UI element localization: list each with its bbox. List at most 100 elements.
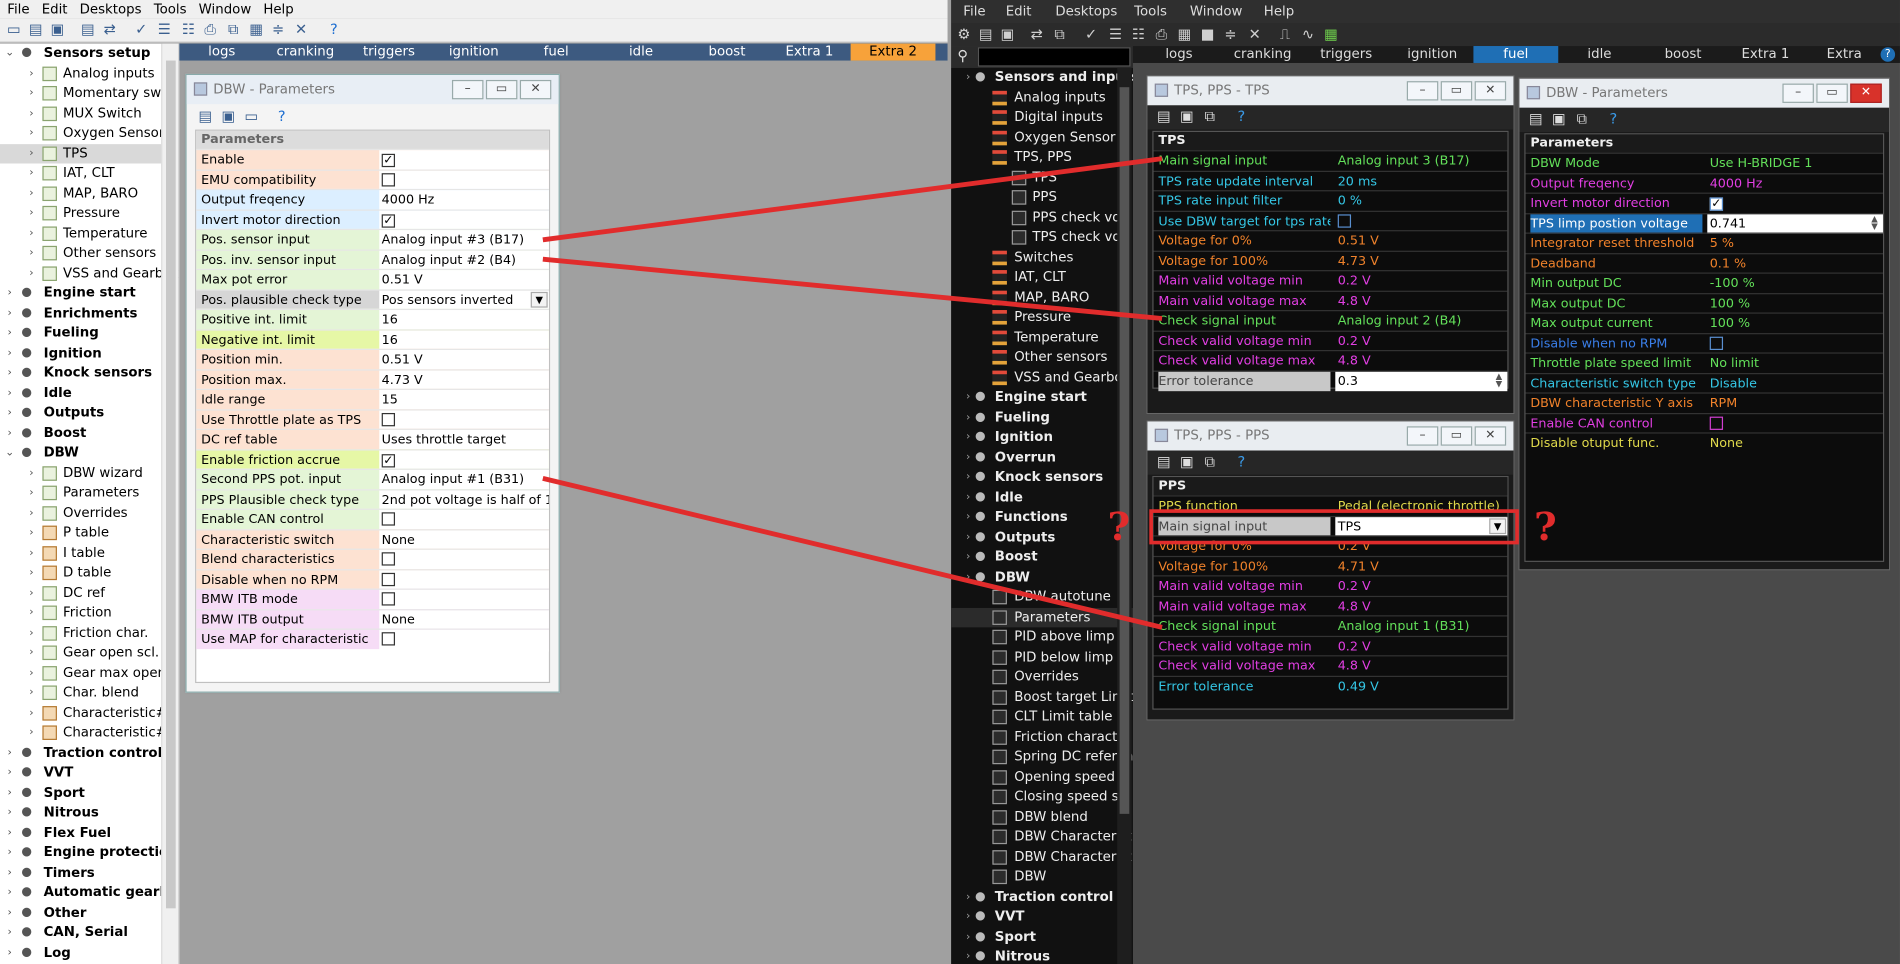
tree-item-knock-sensors[interactable]: › ● Knock sensors [0, 363, 178, 383]
param-value[interactable]: Analog input #2 (B4) [379, 250, 549, 270]
chevron-right-icon[interactable]: › [5, 283, 15, 302]
chevron-right-icon[interactable]: › [5, 843, 15, 862]
help-icon[interactable]: ? [1232, 108, 1250, 126]
chevron-down-icon[interactable]: ▼ [530, 291, 548, 308]
tree-item-closing-speed-sc[interactable]: Closing speed sc [951, 787, 1133, 807]
tab-boost[interactable]: boost [1648, 46, 1718, 63]
menu-edit[interactable]: Edit [1006, 4, 1032, 20]
close-button[interactable]: ✕ [1474, 426, 1507, 446]
param-value[interactable]: ✓ [379, 150, 549, 170]
check-icon[interactable]: ✓ [132, 21, 150, 39]
tune-icon[interactable]: ≑ [269, 21, 287, 39]
help-icon[interactable]: ? [1880, 47, 1896, 62]
tree-item-spring-dc-referen[interactable]: Spring DC referen [951, 747, 1133, 767]
param-value[interactable]: None [379, 529, 549, 550]
chevron-down-icon[interactable]: ⌄ [5, 44, 15, 63]
chevron-right-icon[interactable]: › [963, 507, 973, 526]
tab-triggers[interactable]: triggers [347, 44, 432, 61]
tree-item-oxygen-sensor[interactable]: › Oxygen Sensor [0, 124, 178, 144]
tree-item-characteristic-1[interactable]: › Characteristic#1 [0, 703, 178, 723]
tree-item-pressure[interactable]: › Pressure [0, 203, 178, 223]
checkbox[interactable]: ✓ [1709, 197, 1724, 211]
chevron-right-icon[interactable]: › [5, 343, 15, 362]
tune-icon[interactable]: ≑ [1221, 25, 1239, 43]
tools-icon[interactable]: ✕ [1246, 25, 1264, 43]
chevron-right-icon[interactable]: › [5, 803, 15, 822]
tree-item-flex-fuel[interactable]: › ● Flex Fuel [0, 823, 178, 843]
chevron-right-icon[interactable]: › [27, 503, 37, 522]
tree-item-dbw[interactable]: › ● DBW [951, 567, 1133, 587]
tree-item-overrides[interactable]: › Overrides [0, 503, 178, 523]
chevron-right-icon[interactable]: › [963, 567, 973, 586]
tab-logs[interactable]: logs [1156, 46, 1202, 63]
tab-extra-2[interactable]: Extra 2 [850, 43, 936, 61]
export-icon[interactable]: ⇄ [1028, 25, 1046, 43]
spinner-arrows-icon[interactable]: ▲ ▼ [1868, 214, 1880, 231]
save-icon[interactable]: ▣ [48, 21, 66, 39]
tree-item-parameters[interactable]: › Parameters [0, 483, 178, 503]
checkbox[interactable] [381, 592, 396, 606]
param-value[interactable]: Pedal (electronic throttle) [1335, 497, 1507, 516]
param-value[interactable]: Analog input #3 (B17) [379, 230, 549, 250]
tree-item-map-baro[interactable]: MAP, BARO [951, 288, 1133, 308]
minimize-button[interactable]: – [1406, 81, 1439, 101]
tree-item-overrun[interactable]: › ● Overrun [951, 448, 1133, 468]
tree-item-automatic-gearbox[interactable]: › ● Automatic gearbox [0, 883, 178, 903]
tree-item-outputs[interactable]: › ● Outputs [0, 403, 178, 423]
chevron-right-icon[interactable]: › [5, 303, 15, 322]
chevron-right-icon[interactable]: › [5, 323, 15, 342]
tree-item-tps-check-volt[interactable]: TPS check volt [951, 228, 1133, 248]
new-icon[interactable]: ▭ [5, 21, 23, 39]
right-scroll-thumb[interactable] [1119, 87, 1130, 814]
chevron-right-icon[interactable]: › [5, 383, 15, 402]
tree-item-iat-clt[interactable]: IAT, CLT [951, 268, 1133, 288]
tree-item-analog-inputs[interactable]: › Analog inputs [0, 64, 178, 84]
param-value[interactable]: 0.49 V [1335, 676, 1507, 695]
menu-file[interactable]: File [0, 0, 34, 17]
tree-item-vss-and-gearbox[interactable]: VSS and Gearbox [951, 368, 1133, 388]
chevron-right-icon[interactable]: › [5, 743, 15, 762]
tree-item-characteristic-2[interactable]: › Characteristic#2 [0, 723, 178, 743]
param-value[interactable]: 0.51 V [379, 270, 549, 290]
tree-item-dbw-autotune[interactable]: DBW autotune [951, 587, 1133, 607]
param-value[interactable]: -100 % [1707, 274, 1883, 293]
tree-item-idle[interactable]: › ● Idle [0, 383, 178, 403]
tree-item-engine-start[interactable]: › ● Engine start [951, 388, 1133, 408]
chevron-right-icon[interactable]: › [27, 563, 37, 582]
tree-item-friction[interactable]: › Friction [0, 603, 178, 623]
param-value[interactable]: 15 [379, 389, 549, 410]
param-value[interactable]: 0.2 V [1335, 636, 1507, 655]
spinner-arrows-icon[interactable]: ▲ ▼ [1493, 372, 1505, 388]
chevron-right-icon[interactable]: › [963, 467, 973, 486]
save-icon[interactable]: ▣ [1550, 110, 1568, 128]
compare-icon[interactable]: ⧉ [224, 21, 242, 39]
open-icon[interactable]: ▤ [196, 108, 214, 126]
chart-icon[interactable]: ∿ [1299, 25, 1317, 43]
param-value[interactable]: 4.73 V [379, 369, 549, 390]
chevron-down-icon[interactable]: ⌄ [5, 443, 15, 462]
tree-item-other[interactable]: › ● Other [0, 903, 178, 923]
tree-item-analog-inputs[interactable]: Analog inputs [951, 88, 1133, 108]
maximize-button[interactable]: ▭ [1440, 426, 1473, 446]
copy-icon[interactable]: ⧉ [1201, 453, 1219, 471]
chevron-right-icon[interactable]: › [963, 487, 973, 506]
param-value[interactable]: RPM [1707, 394, 1883, 413]
chevron-right-icon[interactable]: › [963, 388, 973, 407]
list-alt-icon[interactable]: ☷ [1129, 25, 1147, 43]
save-icon[interactable]: ▣ [219, 108, 237, 126]
chevron-right-icon[interactable]: › [963, 947, 973, 964]
menu-file[interactable]: File [963, 4, 985, 20]
tree-item-timers[interactable]: › ● Timers [0, 863, 178, 883]
tree-item-vvt[interactable]: › ● VVT [951, 907, 1133, 927]
checkbox[interactable] [381, 412, 396, 426]
param-value[interactable]: 4.8 V [1335, 351, 1507, 370]
param-value[interactable]: Use H-BRIDGE 1 [1707, 154, 1883, 173]
param-value[interactable]: 4.8 V [1335, 291, 1507, 310]
menu-desktops[interactable]: Desktops [1055, 4, 1117, 20]
tree-item-char-blend[interactable]: › Char. blend [0, 683, 178, 703]
chevron-right-icon[interactable]: › [27, 483, 37, 502]
tree-item-pid-above-limp-p[interactable]: PID above limp p [951, 627, 1133, 647]
tree-item-mux-switch[interactable]: › MUX Switch [0, 104, 178, 124]
tree-item-engine-start[interactable]: › ● Engine start [0, 283, 178, 303]
menu-window[interactable]: Window [191, 0, 256, 17]
